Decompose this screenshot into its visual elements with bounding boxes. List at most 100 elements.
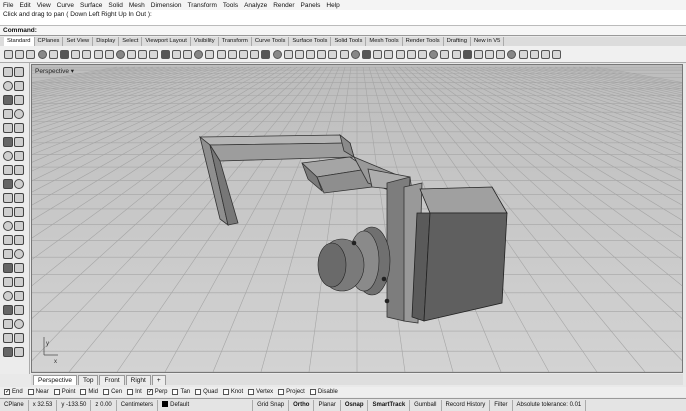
toolbar-tool-icon[interactable]	[429, 49, 439, 59]
menu-view[interactable]: View	[37, 2, 51, 9]
osnap-checkbox[interactable]	[309, 389, 316, 395]
osnap-checkbox[interactable]	[248, 389, 255, 395]
planar-button[interactable]: Planar	[314, 399, 341, 411]
menu-mesh[interactable]: Mesh	[129, 2, 145, 9]
viewport-tab-front[interactable]: Front	[99, 374, 125, 385]
osnap-button[interactable]: Osnap	[341, 399, 369, 411]
toolbar-tool-icon[interactable]	[138, 49, 148, 59]
smarttrack-button[interactable]: SmartTrack	[368, 399, 411, 411]
osnap-vertex[interactable]: Vertex	[248, 389, 273, 395]
menu-transform[interactable]: Transform	[188, 2, 217, 9]
palette-tool-icon[interactable]	[14, 291, 24, 301]
gumball-button[interactable]: Gumball	[410, 399, 442, 411]
toolbar-tab-new-in-v5[interactable]: New in V5	[471, 37, 505, 46]
palette-tool-icon[interactable]	[3, 277, 13, 287]
palette-tool-icon[interactable]	[3, 165, 13, 175]
toolbar-tool-icon[interactable]	[317, 49, 327, 59]
palette-tool-icon[interactable]	[3, 221, 13, 231]
palette-tool-icon[interactable]	[14, 319, 24, 329]
toolbar-tool-icon[interactable]	[294, 49, 304, 59]
toolbar-tool-icon[interactable]	[350, 49, 360, 59]
toolbar-tool-icon[interactable]	[37, 49, 47, 59]
menu-file[interactable]: File	[3, 2, 13, 9]
toolbar-tool-icon[interactable]	[15, 49, 25, 59]
palette-tool-icon[interactable]	[14, 165, 24, 175]
toolbar-tool-icon[interactable]	[216, 49, 226, 59]
toolbar-tool-icon[interactable]	[339, 49, 349, 59]
palette-tool-icon[interactable]	[3, 207, 13, 217]
toolbar-tool-icon[interactable]	[250, 49, 260, 59]
toolbar-tool-icon[interactable]	[440, 49, 450, 59]
toolbar-tool-icon[interactable]	[104, 49, 114, 59]
menu-surface[interactable]: Surface	[80, 2, 102, 9]
osnap-checkbox[interactable]	[195, 389, 202, 395]
toolbar-tab-curve-tools[interactable]: Curve Tools	[252, 37, 290, 46]
toolbar-tool-icon[interactable]	[205, 49, 215, 59]
toolbar-tool-icon[interactable]	[518, 49, 528, 59]
palette-tool-icon[interactable]	[3, 347, 13, 357]
menu-dimension[interactable]: Dimension	[151, 2, 182, 9]
palette-tool-icon[interactable]	[14, 123, 24, 133]
menu-edit[interactable]: Edit	[19, 2, 30, 9]
menu-analyze[interactable]: Analyze	[244, 2, 267, 9]
osnap-checkbox[interactable]	[53, 389, 60, 395]
toolbar-tool-icon[interactable]	[115, 49, 125, 59]
osnap-checkbox[interactable]	[172, 389, 179, 395]
toolbar-tool-icon[interactable]	[552, 49, 562, 59]
filter-button[interactable]: Filter	[490, 399, 513, 411]
osnap-cen[interactable]: Cen	[103, 389, 122, 395]
menu-render[interactable]: Render	[273, 2, 294, 9]
perspective-viewport[interactable]: y x Perspective ▾	[31, 64, 683, 373]
osnap-checkbox[interactable]	[80, 389, 87, 395]
palette-tool-icon[interactable]	[3, 263, 13, 273]
palette-tool-icon[interactable]	[3, 249, 13, 259]
toolbar-tool-icon[interactable]	[48, 49, 58, 59]
toolbar-tool-icon[interactable]	[238, 49, 248, 59]
toolbar-tool-icon[interactable]	[171, 49, 181, 59]
osnap-near[interactable]: Near	[27, 389, 49, 395]
toolbar-tab-surface-tools[interactable]: Surface Tools	[289, 37, 332, 46]
toolbar-tab-drafting[interactable]: Drafting	[444, 37, 471, 46]
toolbar-tab-display[interactable]: Display	[93, 37, 120, 46]
viewport-menu-icon[interactable]: ▾	[71, 68, 74, 75]
osnap-perp[interactable]: ✓ Perp	[146, 389, 167, 395]
grid-snap-button[interactable]: Grid Snap	[253, 399, 290, 411]
palette-tool-icon[interactable]	[14, 67, 24, 77]
status-cplane[interactable]: CPlane	[0, 399, 29, 411]
osnap-checkbox[interactable]	[27, 389, 34, 395]
osnap-tan[interactable]: Tan	[172, 389, 190, 395]
palette-tool-icon[interactable]	[14, 347, 24, 357]
osnap-knot[interactable]: Knot	[222, 389, 243, 395]
osnap-checkbox[interactable]	[222, 389, 229, 395]
palette-tool-icon[interactable]	[14, 109, 24, 119]
palette-tool-icon[interactable]	[3, 109, 13, 119]
toolbar-tab-transform[interactable]: Transform	[219, 37, 252, 46]
palette-tool-icon[interactable]	[14, 151, 24, 161]
toolbar-tool-icon[interactable]	[127, 49, 137, 59]
palette-tool-icon[interactable]	[3, 95, 13, 105]
osnap-checkbox[interactable]	[127, 389, 134, 395]
toolbar-tool-icon[interactable]	[272, 49, 282, 59]
command-prompt[interactable]: Command:	[0, 26, 686, 36]
palette-tool-icon[interactable]	[14, 95, 24, 105]
osnap-checkbox[interactable]: ✓	[146, 389, 153, 395]
toolbar-tool-icon[interactable]	[194, 49, 204, 59]
toolbar-tool-icon[interactable]	[183, 49, 192, 59]
palette-tool-icon[interactable]	[3, 193, 13, 203]
add-viewport-icon[interactable]: +	[151, 374, 166, 385]
toolbar-tool-icon[interactable]	[473, 49, 483, 59]
palette-tool-icon[interactable]	[14, 193, 24, 203]
osnap-disable[interactable]: Disable	[309, 389, 338, 395]
viewport-tab-perspective[interactable]: Perspective	[33, 374, 77, 385]
toolbar-tool-icon[interactable]	[395, 49, 405, 59]
viewport-tab-top[interactable]: Top	[77, 374, 99, 385]
osnap-checkbox[interactable]: ✓	[4, 389, 10, 395]
palette-tool-icon[interactable]	[14, 333, 24, 343]
toolbar-tool-icon[interactable]	[451, 49, 461, 59]
palette-tool-icon[interactable]	[14, 235, 24, 245]
palette-tool-icon[interactable]	[14, 207, 24, 217]
menu-help[interactable]: Help	[326, 2, 339, 9]
toolbar-tool-icon[interactable]	[507, 49, 517, 59]
toolbar-tool-icon[interactable]	[462, 49, 472, 59]
osnap-end[interactable]: ✓ End	[4, 389, 23, 395]
